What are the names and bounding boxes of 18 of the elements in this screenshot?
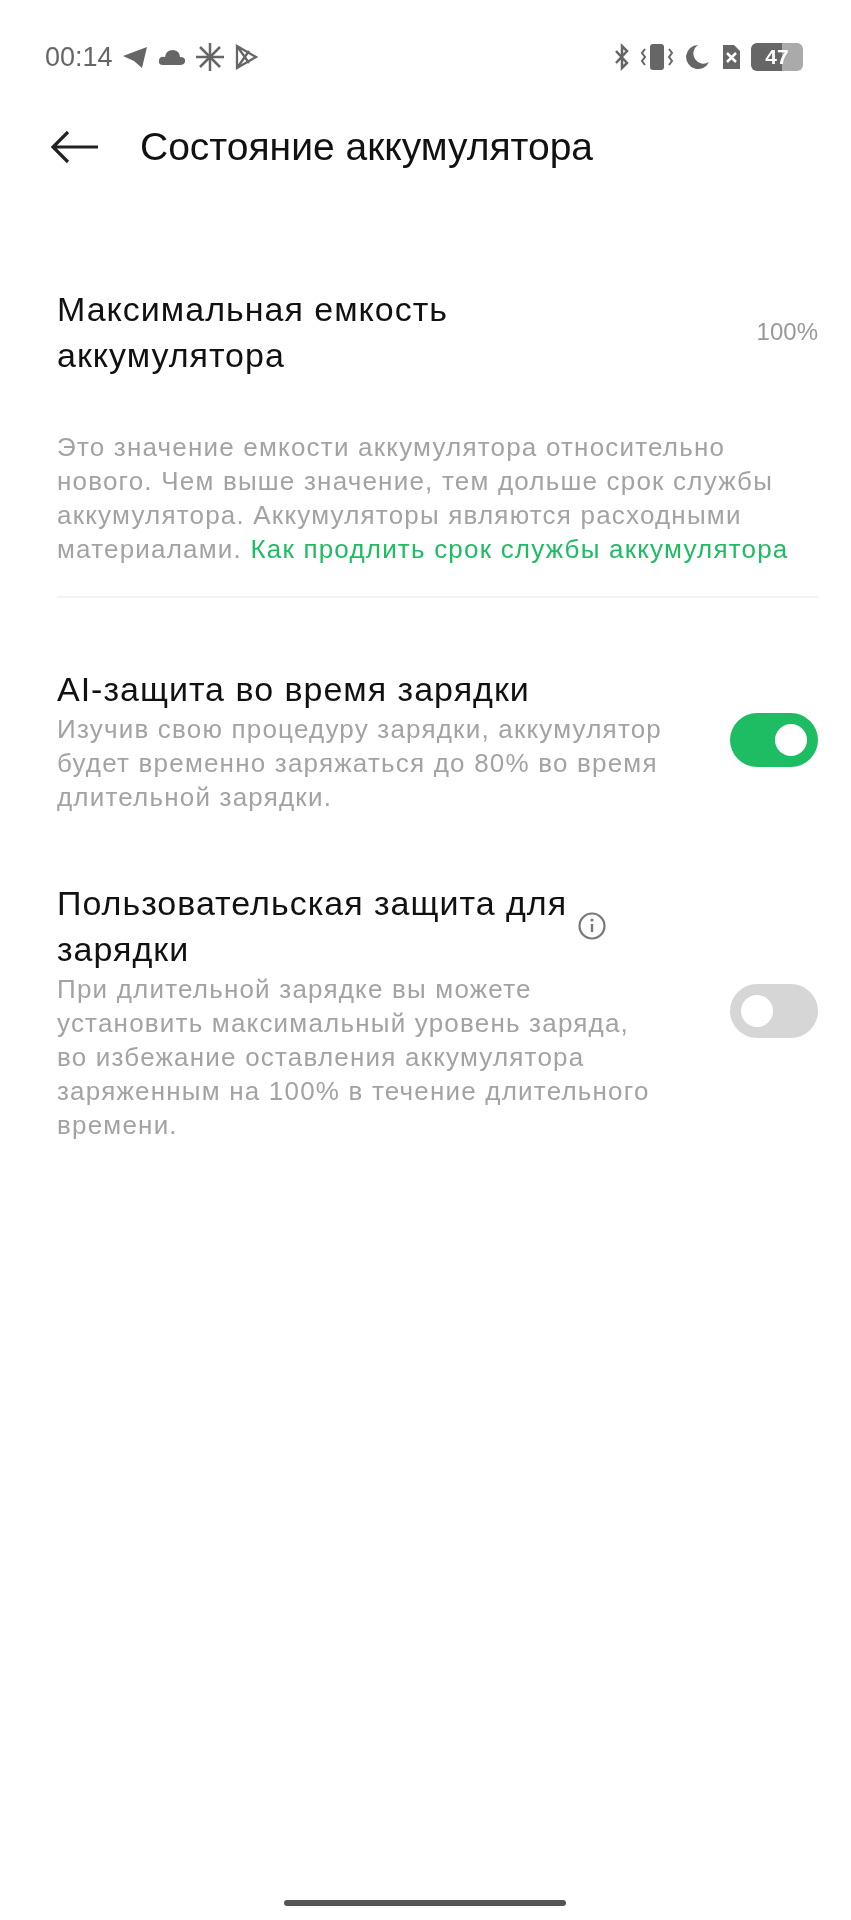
back-button[interactable] bbox=[50, 130, 100, 164]
help-link[interactable]: Как продлить срок службы аккумулятора bbox=[250, 534, 789, 564]
setting-title: AI-защита во время зарядки bbox=[57, 669, 530, 710]
setting-description: Это значение емкости аккумулятора относительно нового. Чем выше значение, тем дольше срок службы аккумулятора. Аккумуляторы являются расходными материалами. Как продлить срок службы аккумулятора bbox=[57, 431, 790, 566]
vibrate-icon bbox=[639, 42, 675, 72]
sparkle-icon bbox=[194, 42, 225, 72]
toggle-switch[interactable] bbox=[730, 984, 818, 1038]
bluetooth-icon bbox=[613, 43, 631, 71]
moon-icon bbox=[683, 43, 711, 71]
setting-value: 100% bbox=[756, 317, 818, 347]
setting-description: При длительной зарядке вы можете установить максимальный уровень заряда, во избежание оставления аккумулятора заряженным на 100% в течение длительного времени. bbox=[57, 973, 651, 1142]
page-title: Состояние аккумулятора bbox=[140, 123, 593, 170]
toggle-switch[interactable] bbox=[730, 713, 818, 767]
setting-title: Пользовательская защита для зарядки bbox=[57, 883, 569, 970]
battery-icon: 47 bbox=[751, 43, 803, 71]
setting-description: Изучив свою процедуру зарядки, аккумулятор будет временно заряжаться до 80% во время длительной зарядки. bbox=[57, 713, 664, 814]
setting-title: Максимальная емкость аккумулятора bbox=[57, 289, 449, 376]
status-time: 00:14 bbox=[45, 43, 113, 71]
